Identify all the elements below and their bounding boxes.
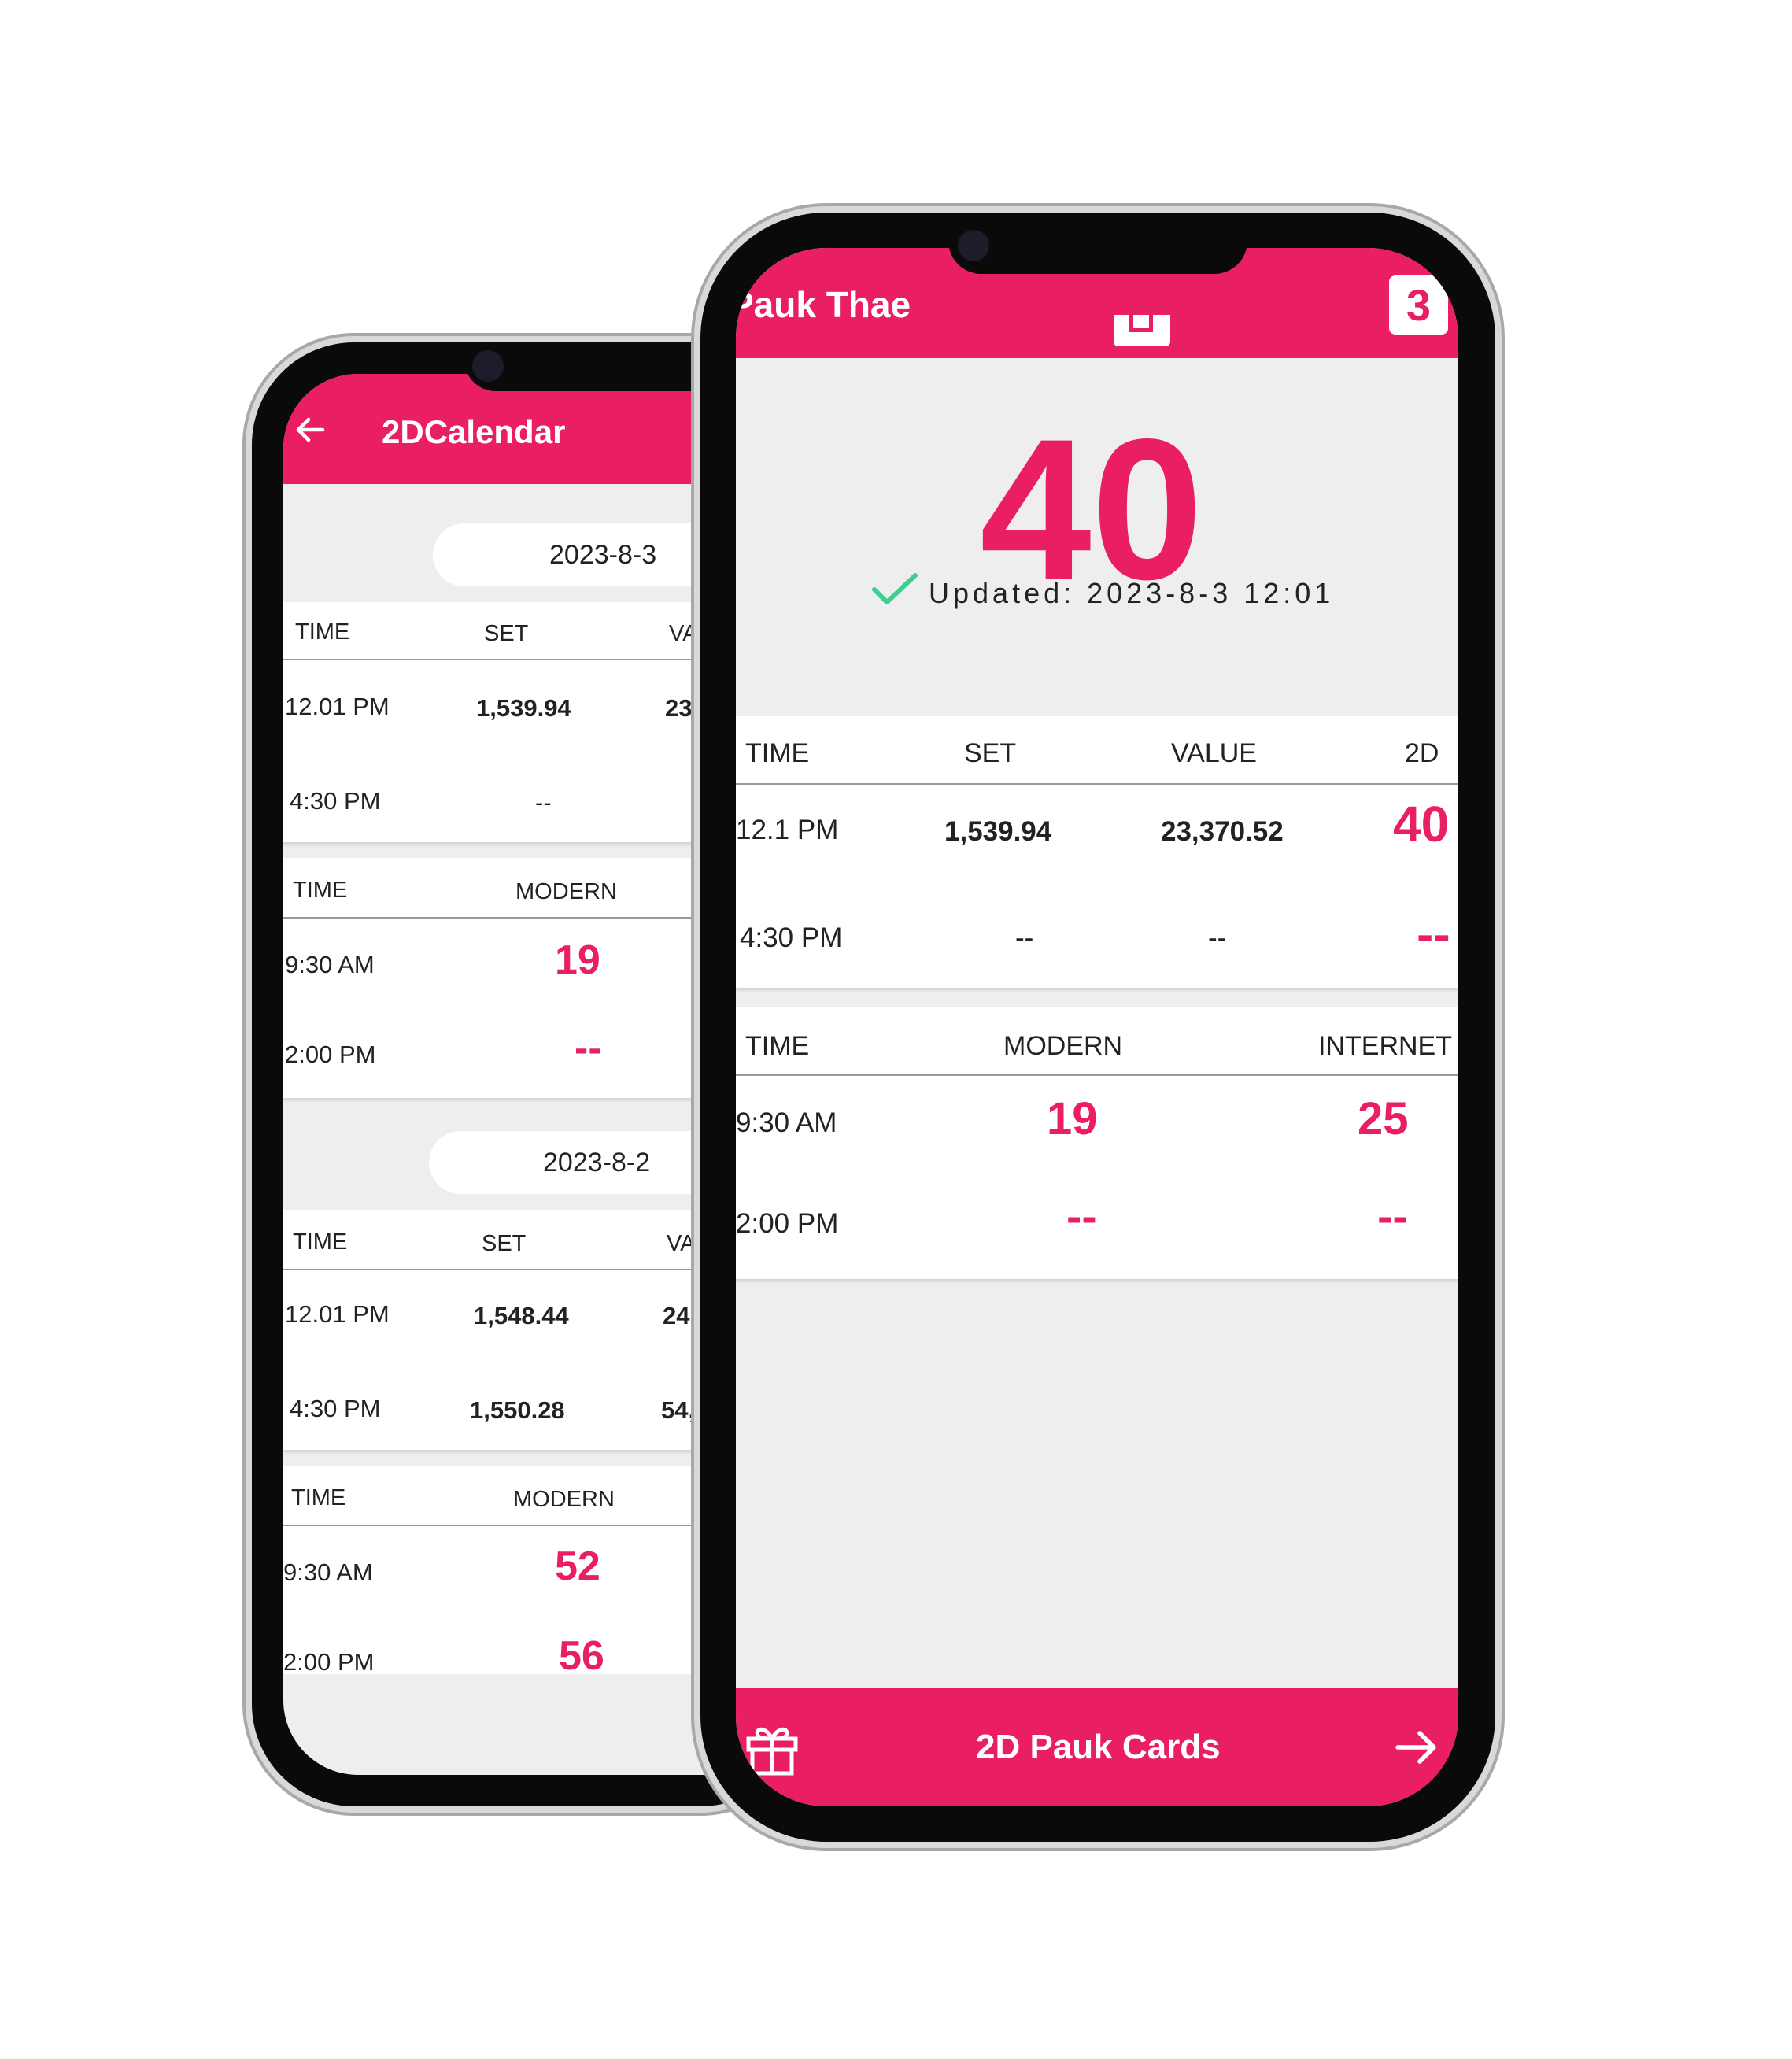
front-phone: Pauk Thae 3 40 Updated: 2023-8-3 12:01 T… [700, 213, 1495, 1842]
row-time: 9:30 AM [283, 1558, 373, 1586]
col-header-set: SET [964, 738, 1017, 768]
modern-value: 19 [555, 937, 600, 983]
row-time: 9:30 AM [736, 1107, 837, 1138]
row-time: 9:30 AM [285, 951, 375, 978]
row-time: 2:00 PM [283, 1648, 375, 1676]
col-header-2d: 2D [1405, 738, 1439, 768]
col-header-value: VALUE [1171, 738, 1257, 768]
modern-card: TIME MODERN INTERNET 9:30 AM 19 25 2:00 … [736, 1007, 1458, 1279]
row-set: 1,548.44 [474, 1302, 569, 1329]
arrow-right-icon [1393, 1724, 1440, 1771]
row-value: 23,370.52 [1161, 816, 1284, 847]
col-header-modern: MODERN [513, 1487, 615, 1512]
pauk-cards-label: 2D Pauk Cards [976, 1728, 1221, 1766]
col-header-set: SET [482, 1231, 527, 1256]
col-header-modern: MODERN [1003, 1031, 1123, 1061]
col-header-time: TIME [745, 738, 810, 768]
col-header-time: TIME [293, 878, 348, 903]
row-time: 2:00 PM [736, 1208, 839, 1239]
col-header-value: VA [667, 1231, 696, 1256]
row-time: 4:30 PM [740, 922, 843, 953]
page-title: Pauk Thae [736, 284, 911, 325]
badge-3-icon[interactable]: 3 [1389, 275, 1448, 335]
row-set: -- [535, 789, 552, 816]
col-header-time: TIME [295, 619, 350, 645]
modern-value: -- [575, 1026, 602, 1071]
row-time: 2:00 PM [285, 1041, 376, 1068]
col-header-set: SET [484, 621, 529, 646]
col-header-internet: INTERNET [1318, 1031, 1452, 1061]
pauk-cards-button[interactable]: 2D Pauk Cards [736, 1688, 1458, 1806]
row-value: -- [1208, 922, 1227, 953]
back-arrow-icon[interactable] [291, 410, 331, 449]
row-time: 4:30 PM [290, 787, 381, 815]
row-value: 23 [665, 694, 693, 722]
row-set: 1,550.28 [470, 1396, 565, 1424]
internet-value: 25 [1358, 1093, 1409, 1144]
row-value: 54, [661, 1396, 696, 1424]
camera [472, 350, 504, 382]
modern-value: -- [1066, 1191, 1097, 1242]
front-screen: Pauk Thae 3 40 Updated: 2023-8-3 12:01 T… [736, 248, 1458, 1806]
date-label: 2023-8-3 [549, 540, 657, 570]
row-time: 4:30 PM [290, 1395, 381, 1422]
col-header-value: VA [669, 621, 698, 646]
row-time: 12.01 PM [285, 693, 390, 720]
modern-value: 19 [1047, 1093, 1098, 1144]
set-card: TIME SET VALUE 2D 12.1 PM 1,539.94 23,37… [736, 716, 1458, 988]
page-title: 2DCalendar [382, 413, 566, 450]
modern-value: 52 [555, 1543, 600, 1589]
updated-text: Updated: 2023-8-3 12:01 [929, 577, 1335, 609]
calendar-icon[interactable] [1114, 315, 1170, 346]
modern-value: 56 [559, 1633, 604, 1679]
row-time: 12.1 PM [736, 815, 839, 845]
col-header-modern: MODERN [515, 879, 617, 904]
camera [958, 230, 989, 261]
row-set: 1,539.94 [944, 816, 1052, 847]
row-time: 12.01 PM [285, 1300, 390, 1328]
row-value: 24, [663, 1302, 697, 1329]
row-set: 1,539.94 [476, 694, 571, 722]
row-set: -- [1015, 922, 1034, 953]
row-2d: 40 [1393, 796, 1450, 852]
col-header-time: TIME [745, 1031, 810, 1061]
check-icon [870, 571, 920, 608]
notch [948, 213, 1247, 274]
internet-value: -- [1377, 1191, 1408, 1242]
row-2d: -- [1417, 906, 1450, 963]
date-label: 2023-8-2 [543, 1148, 651, 1177]
gift-icon [742, 1718, 802, 1778]
col-header-time: TIME [291, 1485, 346, 1510]
col-header-time: TIME [293, 1229, 348, 1255]
